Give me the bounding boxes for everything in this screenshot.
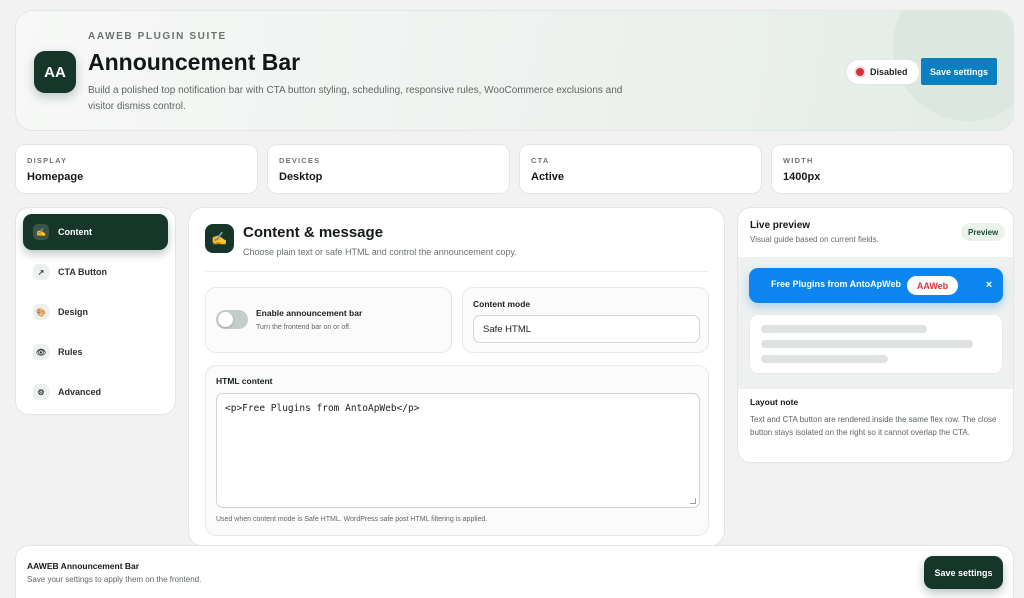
- toggle-knob: [218, 312, 233, 327]
- stat-value: Active: [531, 171, 565, 183]
- preview-badge: Preview: [961, 223, 1006, 241]
- stat-card-cta: CTA Active: [519, 144, 762, 194]
- stat-value: Homepage: [27, 171, 84, 183]
- html-content-help: Used when content mode is Safe HTML. Wor…: [216, 516, 488, 523]
- sidebar-item-label: Design: [58, 307, 89, 317]
- skeleton-line: [761, 325, 927, 333]
- enable-bar-title: Enable announcement bar: [256, 308, 363, 318]
- sidebar-item-advanced[interactable]: ⚙ Advanced: [23, 374, 168, 410]
- preview-title: Live preview: [750, 220, 811, 231]
- html-content-value: <p>Free Plugins from AntoApWeb</p>: [225, 403, 420, 414]
- close-icon[interactable]: ×: [982, 277, 996, 293]
- save-settings-button-footer[interactable]: Save settings: [924, 556, 1003, 589]
- enable-bar-help: Turn the frontend bar on or off.: [256, 324, 351, 331]
- page-skeleton: [749, 314, 1003, 374]
- stat-label: DEVICES: [279, 156, 321, 165]
- section-title: Content & message: [243, 224, 384, 241]
- page-title: Announcement Bar: [88, 49, 301, 75]
- enable-bar-card: Enable announcement bar Turn the fronten…: [205, 287, 452, 353]
- html-content-label: HTML content: [216, 376, 273, 386]
- divider: [205, 271, 708, 272]
- gear-icon: ⚙: [33, 384, 49, 400]
- sidebar-item-content[interactable]: ✍ Content: [23, 214, 168, 250]
- sidebar-item-label: Rules: [58, 347, 83, 357]
- sidebar-item-cta-button[interactable]: ↗ CTA Button: [23, 254, 168, 290]
- html-content-textarea[interactable]: <p>Free Plugins from AntoApWeb</p>: [216, 393, 700, 508]
- page-description: Build a polished top notification bar wi…: [88, 85, 623, 112]
- section-subtitle: Choose plain text or safe HTML and contr…: [243, 247, 517, 257]
- footer-subtitle: Save your settings to apply them on the …: [27, 575, 202, 584]
- status-badge: Disabled: [846, 59, 920, 85]
- writing-hand-icon: ✍: [33, 224, 49, 240]
- sidebar-item-rules[interactable]: 👁 Rules: [23, 334, 168, 370]
- layout-note-title: Layout note: [750, 397, 799, 407]
- preview-subtitle: Visual guide based on current fields.: [750, 235, 879, 244]
- sidebar-item-label: Advanced: [58, 387, 102, 397]
- live-preview-panel: Live preview Visual guide based on curre…: [737, 207, 1014, 463]
- stat-card-display: DISPLAY Homepage: [15, 144, 258, 194]
- enable-bar-toggle[interactable]: [216, 310, 248, 329]
- writing-hand-icon: ✍: [205, 224, 234, 253]
- content-mode-label: Content mode: [473, 299, 531, 309]
- stat-value: Desktop: [279, 171, 323, 183]
- skeleton-line: [761, 340, 973, 348]
- sidebar-item-label: CTA Button: [58, 267, 107, 277]
- arrow-icon: ↗: [33, 264, 49, 280]
- stat-label: WIDTH: [783, 156, 814, 165]
- stat-card-devices: DEVICES Desktop: [267, 144, 510, 194]
- status-dot-icon: [856, 68, 864, 76]
- resize-handle-icon[interactable]: [690, 498, 696, 504]
- announcement-text: Free Plugins from AntoApWeb: [771, 279, 902, 289]
- stat-label: CTA: [531, 156, 550, 165]
- skeleton-line: [761, 355, 888, 363]
- sidebar-item-design[interactable]: 🎨 Design: [23, 294, 168, 330]
- palette-icon: 🎨: [33, 304, 49, 320]
- content-mode-select[interactable]: Safe HTML: [473, 315, 700, 343]
- status-label: Disabled: [870, 67, 908, 77]
- footer-title: AAWEB Announcement Bar: [27, 561, 140, 571]
- page-header: AA AAWEB PLUGIN SUITE Announcement Bar B…: [15, 10, 1014, 131]
- suite-eyebrow: AAWEB PLUGIN SUITE: [88, 31, 227, 42]
- layout-note-text: Text and CTA button are rendered inside …: [750, 415, 997, 438]
- html-content-card: HTML content <p>Free Plugins from AntoAp…: [205, 365, 709, 536]
- announcement-cta-button[interactable]: AAWeb: [907, 276, 958, 295]
- stat-card-width: WIDTH 1400px: [771, 144, 1014, 194]
- content-mode-card: Content mode Safe HTML: [462, 287, 709, 353]
- content-panel: ✍ Content & message Choose plain text or…: [188, 207, 725, 547]
- sidebar-item-label: Content: [58, 227, 92, 237]
- settings-sidebar: ✍ Content ↗ CTA Button 🎨 Design 👁 Rules …: [15, 207, 176, 415]
- preview-stage: Free Plugins from AntoApWeb AAWeb ×: [738, 257, 1013, 389]
- announcement-bar-preview: Free Plugins from AntoApWeb AAWeb ×: [749, 268, 1003, 303]
- stat-value: 1400px: [783, 171, 821, 183]
- eye-icon: 👁: [33, 344, 49, 360]
- plugin-logo: AA: [34, 51, 76, 93]
- stat-label: DISPLAY: [27, 156, 68, 165]
- save-footer: AAWEB Announcement Bar Save your setting…: [15, 545, 1014, 598]
- save-settings-button-header[interactable]: Save settings: [921, 58, 997, 85]
